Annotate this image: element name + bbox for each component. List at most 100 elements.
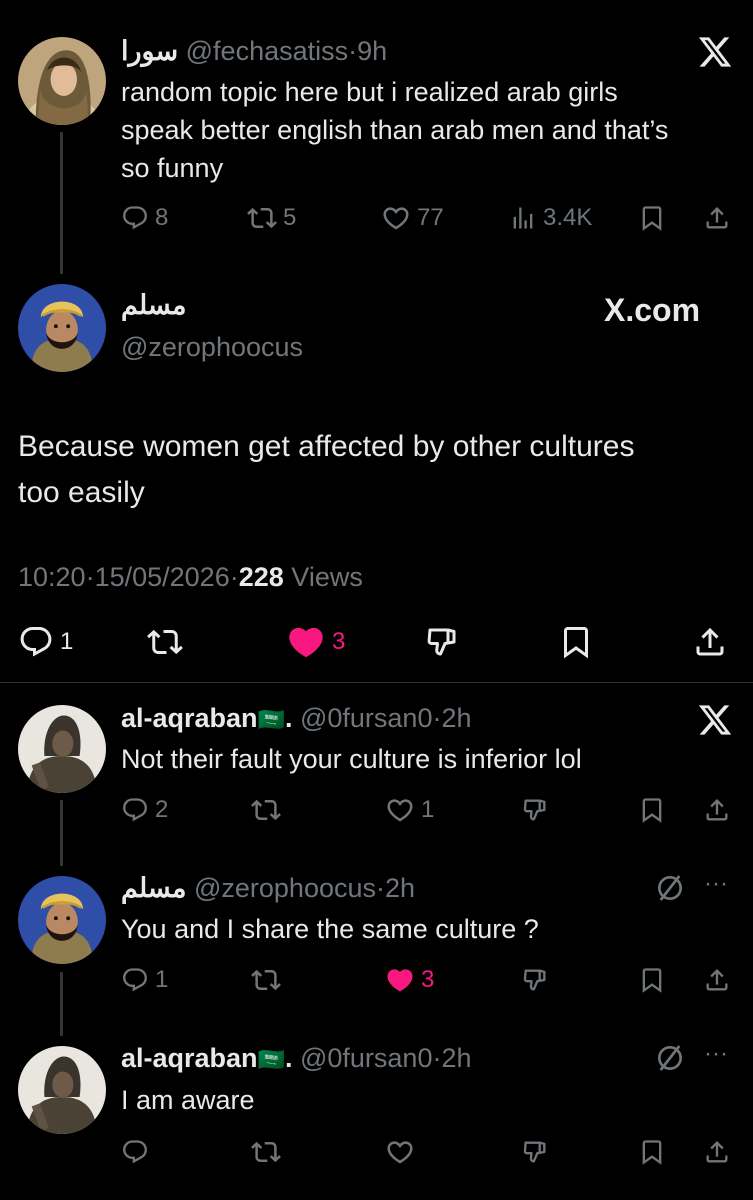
bookmark-icon [638,966,666,994]
separator: · [229,562,239,592]
reply-button[interactable]: 1 [18,622,73,662]
like-button[interactable]: 77 [381,198,444,238]
handle[interactable]: @0fursan0 [300,1043,432,1073]
handle[interactable]: @zerophoocus [121,332,303,363]
reply-icon [121,1138,149,1166]
display-name[interactable]: مسلم [121,290,186,321]
more-button[interactable]: ··· [704,870,728,898]
reply-button[interactable]: 2 [121,790,168,830]
bookmark-button[interactable] [638,790,666,830]
reply-icon [121,796,149,824]
bookmark-icon [638,1138,666,1166]
dislike-button[interactable] [521,960,549,1000]
tweet-text: I am aware [121,1085,255,1115]
like-count: 77 [417,204,444,231]
dislike-button[interactable] [521,790,549,830]
action-bar [121,1132,741,1172]
avatar[interactable] [18,1046,106,1134]
tweet-meta: 10:20·15/05/2026·228 Views [18,562,363,593]
text-line: random topic here but i realized arab gi… [121,77,618,107]
dislike-button[interactable] [521,1132,549,1172]
share-button[interactable] [692,622,728,662]
repost-icon [251,965,281,995]
action-bar: 2 1 [121,790,741,830]
display-name[interactable]: مسلم [121,873,186,903]
repost-button[interactable]: 5 [247,198,296,238]
source-label[interactable]: X.com [604,292,700,329]
name-suffix: . [284,703,293,733]
reply-button[interactable]: 1 [121,960,168,1000]
timestamp[interactable]: 9h [357,36,387,66]
avatar[interactable] [18,284,106,372]
date[interactable]: 15/05/2026 [95,562,230,592]
timestamp[interactable]: 2h [385,873,415,903]
timestamp[interactable]: 10:20 [18,562,86,592]
thread-line [60,132,63,274]
hide-icon[interactable] [654,1042,686,1074]
reply-count: 8 [155,204,169,231]
bookmark-button[interactable] [558,622,594,662]
handle[interactable]: @0fursan0 [300,703,432,733]
thread-line [60,972,63,1036]
repost-count: 5 [283,204,297,231]
display-name[interactable]: سورا [121,36,178,66]
tweet-header: al-aqraban🇸🇦. @0fursan0·2h [121,1043,472,1074]
reply-count: 1 [60,628,74,655]
repost-icon [251,1137,281,1167]
timestamp[interactable]: 2h [441,1043,471,1073]
avatar[interactable] [18,37,106,125]
display-name[interactable]: al-aqraban [121,703,258,733]
more-button[interactable]: ··· [704,1040,728,1068]
separator: · [85,562,95,592]
reply-icon [121,204,149,232]
like-button[interactable]: 3 [286,622,345,662]
share-button[interactable] [703,960,731,1000]
share-button[interactable] [703,790,731,830]
flag-emoji: 🇸🇦 [257,707,285,732]
reply-icon [121,966,149,994]
views-icon [509,204,537,232]
reply-count: 2 [155,796,169,823]
reply-button[interactable] [121,1132,149,1172]
bookmark-icon [638,796,666,824]
share-button[interactable] [703,1132,731,1172]
views-button[interactable]: 3.4K [509,198,592,238]
like-button[interactable] [385,1132,415,1172]
share-button[interactable] [703,198,731,238]
avatar[interactable] [18,876,106,964]
like-count: 3 [332,628,346,655]
share-icon [703,966,731,994]
hide-icon[interactable] [654,872,686,904]
text-line: too easily [18,476,145,509]
like-button[interactable]: 3 [385,960,434,1000]
repost-icon [251,795,281,825]
dislike-button[interactable] [424,622,460,662]
repost-button[interactable] [251,960,281,1000]
separator: · [348,36,358,66]
display-name[interactable]: al-aqraban [121,1043,258,1073]
handle[interactable]: @fechasatiss [186,36,348,66]
like-count: 1 [421,796,435,823]
repost-button[interactable] [251,1132,281,1172]
reply-button[interactable]: 8 [121,198,168,238]
heart-icon [385,965,415,995]
share-icon [692,624,728,660]
action-bar: 1 3 [18,622,736,662]
bookmark-button[interactable] [638,1132,666,1172]
share-icon [703,204,731,232]
divider [0,682,753,683]
heart-icon [286,622,326,662]
bookmark-button[interactable] [638,960,666,1000]
like-button[interactable]: 1 [385,790,434,830]
share-icon [703,796,731,824]
text-line: speak better english than arab men and t… [121,115,669,145]
tweet-header: مسلم @zerophoocus·2h [121,873,415,904]
reply-icon [18,624,54,660]
repost-button[interactable] [147,622,183,662]
heart-icon [385,795,415,825]
timestamp[interactable]: 2h [441,703,471,733]
avatar[interactable] [18,705,106,793]
repost-button[interactable] [251,790,281,830]
bookmark-button[interactable] [638,198,666,238]
handle[interactable]: @zerophoocus [194,873,376,903]
